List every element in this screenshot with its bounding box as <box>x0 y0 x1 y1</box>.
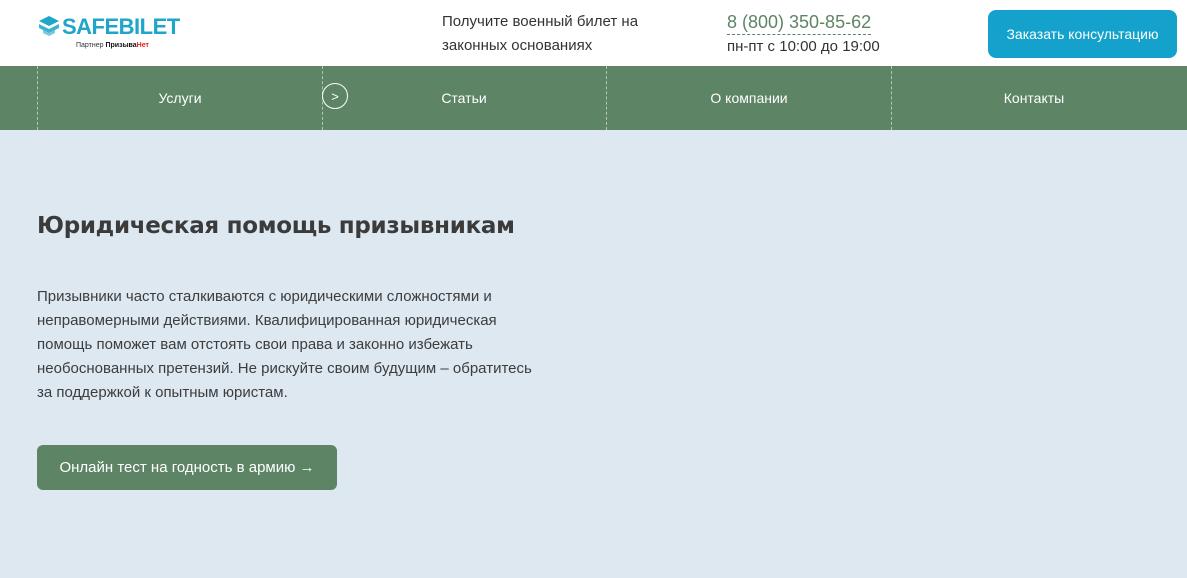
nav-item-articles[interactable]: Статьи <box>322 66 607 130</box>
logo-name: SAFEBILET <box>62 14 180 39</box>
fitness-test-button[interactable]: Онлайн тест на годность в армию → <box>37 445 337 490</box>
logo-partner-prefix: Партнер <box>76 42 104 49</box>
nav-item-about[interactable]: О компании <box>607 66 892 130</box>
tagline-line-2: законных основаниях <box>442 37 593 54</box>
header-tagline: Получите военный билет на законных основ… <box>442 10 682 58</box>
nav-item-label: Услуги <box>158 90 202 106</box>
page-title: Юридическая помощь призывникам <box>37 213 515 239</box>
tagline-line-1: Получите военный билет на <box>442 13 639 30</box>
nav-item-label: О компании <box>710 90 788 106</box>
logo-partner-brand-accent: Нет <box>136 42 149 49</box>
nav-item-label: Статьи <box>441 90 487 106</box>
order-consultation-button[interactable]: Заказать консультацию <box>988 10 1177 58</box>
working-hours: пн-пт с 10:00 до 19:00 <box>727 38 880 55</box>
logo-partner: Партнер ПризываНет <box>76 41 149 50</box>
logo[interactable]: SAFEBILET Партнер ПризываНет <box>37 13 180 53</box>
nav-item-label: Контакты <box>1003 90 1065 106</box>
phone-link[interactable]: 8 (800) 350-85-62 <box>727 11 872 35</box>
main-nav: Услуги > Статьи О компании Контакты <box>0 66 1187 130</box>
contact-block: 8 (800) 350-85-62 пн-пт с 10:00 до 19:00 <box>727 11 880 56</box>
nav-item-contacts[interactable]: Контакты <box>892 66 1176 130</box>
hero-description: Призывники часто сталкиваются с юридичес… <box>37 288 532 401</box>
site-header: SAFEBILET Партнер ПризываНет Получите во… <box>0 0 1187 66</box>
logo-partner-brand: Призыва <box>105 42 137 49</box>
logo-mark-icon <box>39 16 59 36</box>
nav-item-services[interactable]: Услуги > <box>37 66 348 130</box>
